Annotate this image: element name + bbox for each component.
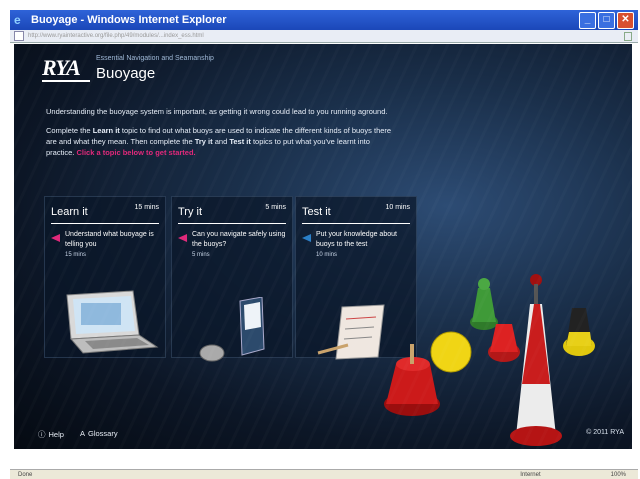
card-title: Learn it xyxy=(51,206,88,218)
try-it-card[interactable]: Try it 5 mins Can you navigate safely us… xyxy=(171,196,293,362)
learn-it-card[interactable]: Learn it 15 mins Understand what buoyage… xyxy=(44,196,166,358)
intro-paragraph-2: Complete the Learn it topic to find out … xyxy=(46,125,396,158)
help-label: Help xyxy=(48,430,64,439)
laptop-icon xyxy=(66,290,159,354)
glossary-link[interactable]: A Glossary xyxy=(80,429,118,438)
glossary-icon: A xyxy=(80,429,86,438)
help-link[interactable]: ⓘ Help xyxy=(38,429,64,440)
lock-icon xyxy=(624,31,632,41)
card-time: 15 mins xyxy=(65,252,87,258)
address-bar[interactable]: http://www.ryainteractive.org/file.php/4… xyxy=(10,30,638,43)
card-duration: 10 mins xyxy=(385,204,410,211)
glossary-label: Glossary xyxy=(88,429,118,438)
ie-icon: e xyxy=(14,13,21,27)
intro-paragraph-1: Understanding the buoyage system is impo… xyxy=(46,107,388,116)
intro-learn-bold: Learn it xyxy=(92,126,120,135)
window-titlebar: e Buoyage - Windows Internet Explorer _ … xyxy=(10,10,638,30)
intro-text-part: Complete the xyxy=(46,126,93,135)
intro-try-bold: Try it xyxy=(194,137,213,146)
card-duration: 15 mins xyxy=(134,204,159,211)
book-and-mouse-icon xyxy=(199,297,265,362)
page-icon xyxy=(14,31,24,41)
get-started-link[interactable]: Click a topic below to get started. xyxy=(76,148,195,157)
status-text: Done xyxy=(18,471,33,478)
arrow-left-icon xyxy=(178,234,187,242)
card-time: 10 mins xyxy=(316,252,338,258)
rya-logo: RYA xyxy=(42,56,90,82)
copyright: © 2011 RYA xyxy=(586,429,624,436)
card-description: Can you navigate safely using the buoys? xyxy=(192,231,286,248)
card-description: Put your knowledge about buoys to the te… xyxy=(316,231,397,248)
intro-test-bold: Test it xyxy=(229,137,251,146)
card-title: Test it xyxy=(302,206,331,218)
card-divider xyxy=(51,223,159,224)
window-title: Buoyage - Windows Internet Explorer xyxy=(31,14,227,26)
card-divider xyxy=(302,223,410,224)
help-icon: ⓘ xyxy=(38,430,46,439)
buoys-illustration xyxy=(384,274,595,446)
close-button[interactable]: ✕ xyxy=(617,11,634,29)
course-subtitle: Essential Navigation and Seamanship xyxy=(96,55,214,62)
intro-text: Understanding the buoyage system is impo… xyxy=(46,106,396,166)
card-title: Try it xyxy=(178,206,203,218)
minimize-button[interactable]: _ xyxy=(579,11,596,29)
app-content: RYA Essential Navigation and Seamanship … xyxy=(14,44,632,449)
card-divider xyxy=(178,223,286,224)
address-url[interactable]: http://www.ryainteractive.org/file.php/4… xyxy=(28,33,204,39)
security-zone: Internet xyxy=(520,471,541,478)
arrow-left-icon xyxy=(302,234,311,242)
maximize-button[interactable]: □ xyxy=(598,11,615,29)
window-controls: _ □ ✕ xyxy=(579,11,634,29)
zoom-level[interactable]: 100% xyxy=(611,472,626,478)
card-description: Understand what buoyage is telling you xyxy=(65,231,154,248)
page-title: Buoyage xyxy=(96,65,156,82)
card-duration: 5 mins xyxy=(265,204,286,211)
arrow-left-icon xyxy=(51,234,60,242)
intro-text-part: and xyxy=(212,137,230,146)
card-time: 5 mins xyxy=(192,252,210,258)
